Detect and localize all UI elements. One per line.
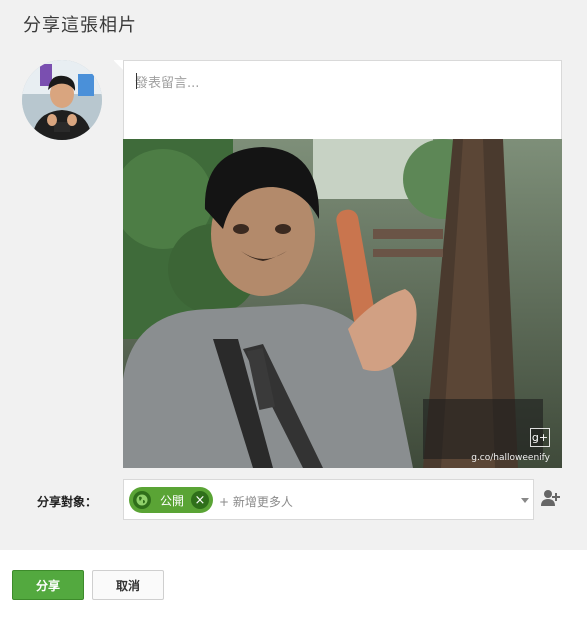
chip-label: 公開 — [160, 493, 185, 508]
shared-photo: g+ g.co/halloweenify — [123, 139, 562, 468]
remove-chip-icon[interactable]: × — [191, 491, 209, 509]
compose-notch — [108, 60, 124, 76]
share-audience-box[interactable]: 公開 × + 新增更多人 — [123, 479, 534, 520]
share-button[interactable]: 分享 — [12, 570, 84, 600]
share-to-label: 分享對象： — [37, 495, 98, 509]
photo-watermark: g.co/halloweenify — [471, 453, 550, 463]
compose-box: g+ g.co/halloweenify — [123, 60, 562, 468]
add-more-people-input[interactable]: + 新增更多人 — [219, 493, 293, 510]
add-person-icon[interactable] — [540, 489, 560, 507]
text-caret — [136, 73, 137, 89]
avatar — [22, 60, 102, 140]
comment-input[interactable] — [124, 61, 561, 139]
cancel-button[interactable]: 取消 — [92, 570, 164, 600]
dialog-body: 分享這張相片 發表留言... g+ g.co/halloweenify 分享對象… — [0, 0, 587, 550]
globe-icon — [133, 491, 151, 509]
google-plus-icon: g+ — [530, 428, 550, 447]
dropdown-arrow-icon[interactable] — [521, 498, 529, 503]
dialog-title: 分享這張相片 — [23, 15, 137, 36]
public-audience-chip[interactable]: 公開 × — [129, 487, 213, 513]
